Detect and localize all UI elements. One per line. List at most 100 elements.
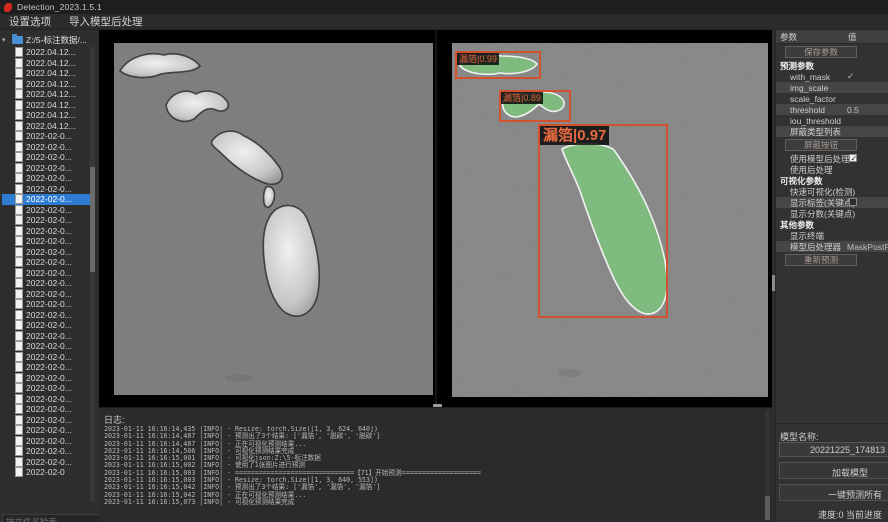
tree-file-item[interactable]: 2022-02-0...: [2, 289, 90, 300]
tree-file-item[interactable]: 2022-02-0...: [2, 415, 90, 426]
param-label: 重新预测: [804, 254, 838, 266]
tree-file-item[interactable]: 2022-02-0...: [2, 278, 90, 289]
tree-file-item[interactable]: 2022-02-0...: [2, 341, 90, 352]
file-icon: [15, 425, 23, 435]
tree-file-item[interactable]: 2022-02-0...: [2, 184, 90, 195]
tree-file-item[interactable]: 2022-02-0...: [2, 226, 90, 237]
image-viewer: 漏箔|0.99 漏箔|0.89 漏箔|0.97: [99, 30, 772, 407]
tree-file-item[interactable]: 2022-02-0...: [2, 299, 90, 310]
params-header-param: 参数: [780, 31, 797, 43]
detection-label: 漏箔|0.97: [540, 126, 609, 145]
params-header-value: 值: [848, 31, 888, 43]
tree-file-item[interactable]: 2022-02-0...: [2, 362, 90, 373]
param-row[interactable]: with_mask ✓: [776, 71, 888, 82]
tree-file-label: 2022-02-0...: [26, 352, 72, 362]
speed-progress-text: 速度:0 当前进度: [818, 508, 882, 521]
tree-file-item[interactable]: 2022-02-0...: [2, 194, 90, 205]
param-label: 屏蔽类型列表: [790, 126, 841, 138]
menu-item-settings[interactable]: 设置选项: [0, 14, 60, 30]
param-row[interactable]: 使用后处理: [776, 164, 888, 175]
tree-file-item[interactable]: 2022-02-0...: [2, 163, 90, 174]
tree-file-item[interactable]: 2022-02-0...: [2, 331, 90, 342]
param-row[interactable]: img_scale: [776, 82, 888, 93]
param-row[interactable]: 屏蔽类型列表: [776, 126, 888, 137]
scrollbar-thumb[interactable]: [765, 496, 770, 520]
tree-file-label: 2022-02-0...: [26, 394, 72, 404]
tree-file-item[interactable]: 2022-02-0...: [2, 310, 90, 321]
param-row[interactable]: 保存参数: [785, 46, 857, 58]
params-header: 参数 值: [776, 30, 888, 44]
tree-file-item[interactable]: 2022.04.12...: [2, 68, 90, 79]
tree-file-item[interactable]: 2022-02-0...: [2, 373, 90, 384]
tree-file-item[interactable]: 2022-02-0...: [2, 446, 90, 457]
tree-file-item[interactable]: 2022.04.12...: [2, 47, 90, 58]
tree-file-item[interactable]: 2022.04.12...: [2, 110, 90, 121]
tree-file-item[interactable]: 2022.04.12...: [2, 79, 90, 90]
tree-folder-root[interactable]: ▾ Z:/5-标注数据/...: [2, 34, 87, 45]
log-lines: 2023-01-11 16:16:14,435 |INFO| - Resize:…: [104, 426, 759, 521]
file-icon: [15, 184, 23, 194]
tree-file-item[interactable]: 2022-02-0...: [2, 247, 90, 258]
param-row[interactable]: 快速可视化(检测): [776, 186, 888, 197]
detection-box: 漏箔|0.89: [499, 90, 571, 122]
tree-file-item[interactable]: 2022-02-0...: [2, 436, 90, 447]
param-row[interactable]: 使用模型后处理: [776, 153, 888, 164]
tree-file-label: 2022-02-0...: [26, 404, 72, 414]
param-row[interactable]: iou_threshold: [776, 115, 888, 126]
tree-file-item[interactable]: 2022-02-0...: [2, 152, 90, 163]
param-row[interactable]: 显示标签(关键点): [776, 197, 888, 208]
param-row[interactable]: 可视化参数: [776, 175, 888, 186]
param-row[interactable]: threshold 0.5: [776, 104, 888, 115]
tree-file-item[interactable]: 2022-02-0...: [2, 320, 90, 331]
tree-file-item[interactable]: 2022.04.12...: [2, 121, 90, 132]
tree-file-label: 2022.04.12...: [26, 89, 76, 99]
tree-file-label: 2022-02-0...: [26, 457, 72, 467]
param-value: ✓: [847, 71, 888, 82]
tree-file-item[interactable]: 2022.04.12...: [2, 89, 90, 100]
splitter-handle[interactable]: [772, 275, 775, 291]
menu-item-import-model-postprocess[interactable]: 导入模型后处理: [60, 14, 152, 30]
tree-file-item[interactable]: 2022-02-0...: [2, 142, 90, 153]
tree-file-item[interactable]: 2022-02-0...: [2, 131, 90, 142]
tree-file-item[interactable]: 2022-02-0...: [2, 205, 90, 216]
param-row[interactable]: 显示分数(关键点): [776, 208, 888, 219]
tree-file-item[interactable]: 2022-02-0...: [2, 404, 90, 415]
param-checkbox[interactable]: [849, 154, 857, 162]
tree-file-item[interactable]: 2022-02-0...: [2, 215, 90, 226]
param-row[interactable]: 重新预测: [785, 254, 857, 266]
param-checkbox[interactable]: [849, 198, 857, 206]
app-logo-icon: [4, 3, 12, 12]
model-id-field[interactable]: 20221225_174813: [779, 442, 888, 457]
scrollbar-thumb[interactable]: [90, 167, 95, 272]
param-label: 预测参数: [780, 60, 814, 72]
param-row[interactable]: 屏蔽按钮: [785, 139, 857, 151]
param-row[interactable]: scale_factor: [776, 93, 888, 104]
tree-file-item[interactable]: 2022-02-0...: [2, 268, 90, 279]
predict-all-button[interactable]: 一键预测所有: [779, 484, 888, 501]
tree-file-item[interactable]: 2022-02-0...: [2, 457, 90, 468]
tree-file-item[interactable]: 2022-02-0: [2, 467, 90, 478]
file-icon: [15, 436, 23, 446]
tree-file-item[interactable]: 2022-02-0...: [2, 394, 90, 405]
tree-file-item[interactable]: 2022-02-0...: [2, 236, 90, 247]
tree-file-item[interactable]: 2022.04.12...: [2, 58, 90, 69]
detection-label: 漏箔|0.99: [457, 53, 499, 65]
window-title: Detection_2023.1.5.1: [17, 2, 102, 12]
load-model-button[interactable]: 加载模型: [779, 462, 888, 479]
tree-file-item[interactable]: 2022.04.12...: [2, 100, 90, 111]
file-list-scrollbar[interactable]: [90, 47, 95, 502]
source-image[interactable]: [114, 43, 433, 395]
log-scrollbar[interactable]: [765, 410, 770, 521]
param-row[interactable]: 其他参数: [776, 219, 888, 230]
param-row[interactable]: 预测参数: [776, 60, 888, 71]
tree-file-item[interactable]: 2022-02-0...: [2, 425, 90, 436]
tree-file-item[interactable]: 2022-02-0...: [2, 352, 90, 363]
param-row[interactable]: 模型后处理器 MaskPostProc: [776, 241, 888, 252]
tree-file-item[interactable]: 2022-02-0...: [2, 257, 90, 268]
tree-file-item[interactable]: 2022-02-0...: [2, 383, 90, 394]
tree-file-item[interactable]: 2022-02-0...: [2, 173, 90, 184]
tree-file-label: 2022.04.12...: [26, 47, 76, 57]
filename-search-input[interactable]: [2, 514, 100, 522]
param-row[interactable]: 显示终端: [776, 230, 888, 241]
params-panel: 参数 值 保存参数 预测参数 with_mask ✓: [775, 30, 888, 522]
